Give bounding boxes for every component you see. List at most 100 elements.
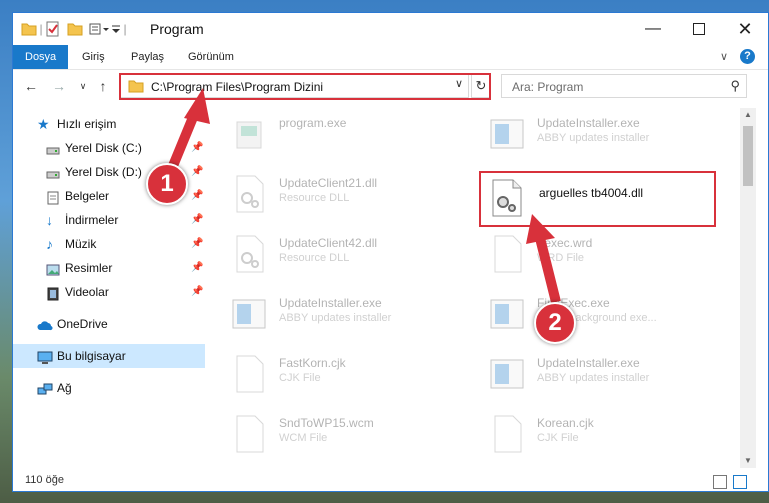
file-type: WRD File	[537, 252, 585, 264]
cloud-icon	[37, 317, 53, 331]
file-type: Resource DLL	[279, 192, 350, 204]
file-item[interactable]: UpdateClient42.dll Resource DLL	[217, 228, 462, 284]
up-button[interactable]: ↑	[93, 76, 113, 96]
folder-icon[interactable]	[21, 22, 37, 36]
recent-locations-icon[interactable]: ∨	[73, 76, 93, 96]
drive-icon	[46, 165, 60, 179]
file-name: UpdateInstaller.exe	[537, 356, 640, 370]
sidebar-item-label: Resimler	[65, 261, 113, 275]
drive-icon	[46, 141, 60, 155]
scroll-up-icon[interactable]: ▲	[740, 108, 756, 122]
generic-file-icon	[236, 355, 264, 393]
network-icon	[37, 381, 53, 395]
quick-access-toolbar: | |	[21, 21, 129, 37]
new-folder-icon[interactable]	[67, 22, 83, 36]
forward-button[interactable]: →	[49, 76, 69, 96]
file-item[interactable]: SndToWP15.wcm WCM File	[217, 408, 462, 464]
title-bar: | | Program — ✕	[13, 13, 768, 45]
vertical-scrollbar[interactable]: ▲ ▼	[740, 108, 756, 468]
installer-file-icon	[490, 119, 524, 149]
file-item[interactable]: FineExec.exe ABBY background exe...	[475, 288, 720, 344]
installer-file-icon	[490, 359, 524, 389]
sidebar-item-quick-access[interactable]: ★ Hızlı erişim	[13, 112, 205, 136]
file-type: CJK File	[537, 432, 579, 444]
installer-file-icon	[232, 299, 266, 329]
sidebar-item-label: Müzik	[65, 237, 97, 251]
status-bar: 110 öğe	[13, 471, 768, 491]
maximize-button[interactable]	[676, 13, 722, 45]
file-name: UpdateInstaller.exe	[537, 116, 640, 130]
address-highlight-box	[119, 73, 491, 100]
file-item[interactable]: Fexec.wrd WRD File	[475, 228, 720, 284]
tab-share[interactable]: Paylaş	[131, 45, 164, 69]
star-icon: ★	[37, 116, 50, 132]
search-box[interactable]: Ara: Program ⚲	[501, 74, 747, 98]
sidebar-item-network[interactable]: Ağ	[13, 376, 205, 400]
file-item[interactable]: FastKorn.cjk CJK File	[217, 348, 462, 404]
sidebar-item-videos[interactable]: Videolar 📌	[13, 280, 205, 304]
computer-icon	[37, 349, 53, 364]
sidebar-item-music[interactable]: ♪ Müzik 📌	[13, 232, 205, 256]
generic-file-icon	[494, 235, 522, 273]
file-item[interactable]: UpdateInstaller.exe ABBY updates install…	[217, 288, 462, 344]
pin-icon: 📌	[191, 286, 204, 297]
file-item[interactable]: UpdateInstaller.exe ABBY updates install…	[475, 108, 720, 164]
sidebar-item-label: Ağ	[57, 381, 72, 395]
pin-icon: 📌	[191, 166, 204, 177]
sidebar-item-disk-c[interactable]: Yerel Disk (C:) 📌	[13, 136, 205, 160]
videos-icon	[46, 285, 60, 301]
callout-2: 2	[534, 302, 576, 344]
exe-file-icon	[236, 121, 262, 149]
file-name: UpdateClient21.dll	[279, 176, 378, 190]
file-name: Fexec.wrd	[537, 236, 593, 250]
maximize-icon	[693, 23, 705, 35]
scroll-thumb[interactable]	[743, 126, 753, 186]
tab-file[interactable]: Dosya	[13, 45, 69, 69]
file-item[interactable]: Korean.cjk CJK File	[475, 408, 720, 464]
file-item[interactable]: UpdateClient21.dll Resource DLL	[217, 168, 462, 224]
installer-file-icon	[490, 299, 524, 329]
file-type: WCM File	[279, 432, 328, 444]
music-icon: ♪	[46, 236, 53, 252]
item-count: 110 öğe	[25, 474, 64, 486]
pin-icon: 📌	[191, 142, 204, 153]
file-name: FastKorn.cjk	[279, 356, 346, 370]
file-name: Korean.cjk	[537, 416, 594, 430]
minimize-button[interactable]: —	[630, 13, 676, 45]
pin-icon: 📌	[191, 190, 204, 201]
file-item[interactable]: program.exe	[217, 108, 462, 164]
scroll-down-icon[interactable]: ▼	[740, 454, 756, 468]
navigation-pane: ★ Hızlı erişim Yerel Disk (C:) 📌 Yerel D…	[13, 108, 205, 468]
sidebar-item-downloads[interactable]: ↓ İndirmeler 📌	[13, 208, 205, 232]
expand-ribbon-icon[interactable]: ∨	[720, 45, 728, 69]
tab-view[interactable]: Görünüm	[188, 45, 234, 69]
sidebar-item-pictures[interactable]: Resimler 📌	[13, 256, 205, 280]
file-name: UpdateInstaller.exe	[279, 296, 382, 310]
file-type: Resource DLL	[279, 252, 350, 264]
customize-toolbar-icon[interactable]	[89, 22, 111, 36]
file-list: program.exe UpdateClient21.dll Resource …	[217, 108, 740, 468]
file-item[interactable]: UpdateInstaller.exe ABBY updates install…	[475, 348, 720, 404]
pictures-icon	[46, 261, 60, 276]
back-button[interactable]: ←	[21, 76, 41, 96]
sidebar-item-label: Belgeler	[65, 189, 110, 203]
large-icons-view-icon[interactable]	[733, 475, 747, 489]
sidebar-item-label: Bu bilgisayar	[57, 349, 126, 363]
sidebar-item-onedrive[interactable]: OneDrive	[13, 312, 205, 336]
generic-file-icon	[236, 415, 264, 453]
sidebar-item-this-pc[interactable]: Bu bilgisayar	[13, 344, 205, 368]
file-type: ABBY updates installer	[537, 372, 650, 384]
tab-home[interactable]: Giriş	[82, 45, 105, 69]
ribbon-tabs: Dosya Giriş Paylaş Görünüm ∨ ?	[13, 45, 768, 70]
file-highlight-box	[479, 171, 716, 227]
pin-icon: 📌	[191, 262, 204, 273]
properties-icon[interactable]	[45, 21, 61, 37]
dropdown-arrow-icon[interactable]	[111, 22, 121, 36]
close-button[interactable]: ✕	[722, 13, 768, 45]
sidebar-item-label: Yerel Disk (C:)	[65, 141, 142, 155]
sidebar-item-label: Yerel Disk (D:)	[65, 165, 142, 179]
details-view-icon[interactable]	[713, 475, 727, 489]
file-name: SndToWP15.wcm	[279, 416, 374, 430]
pin-icon: 📌	[191, 214, 204, 225]
help-icon[interactable]: ?	[740, 49, 755, 64]
